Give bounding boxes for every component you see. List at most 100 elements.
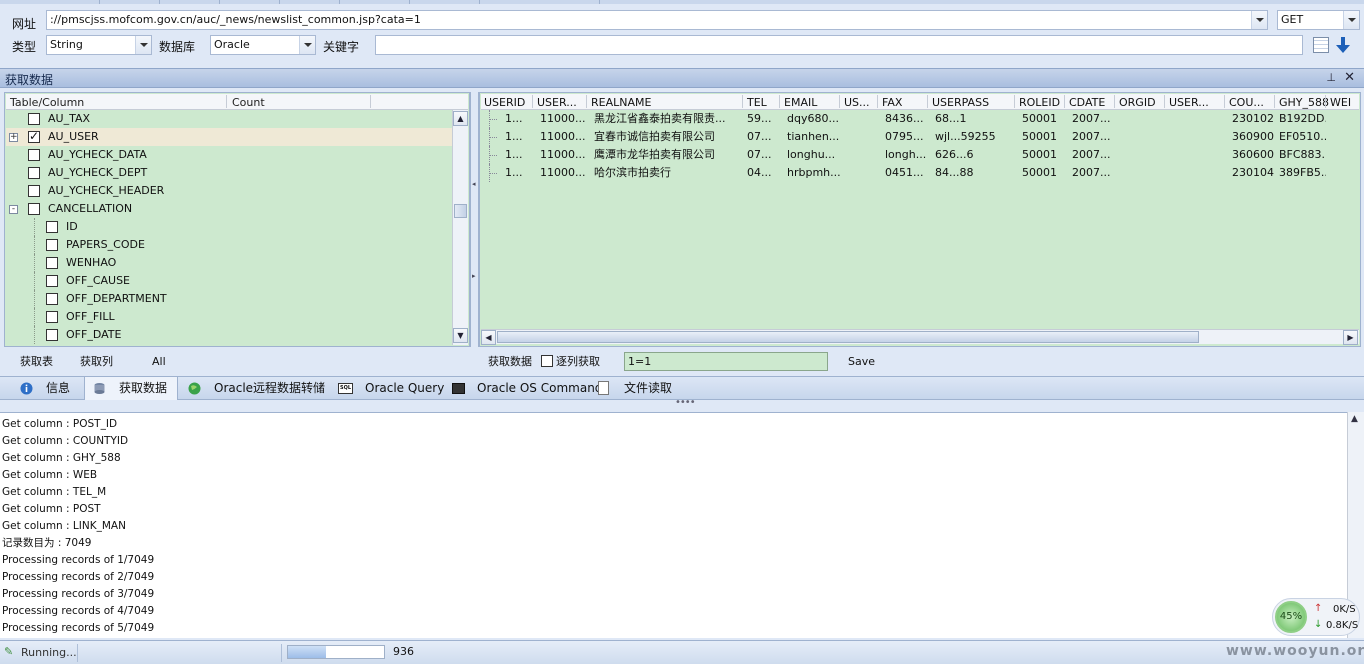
log-line: Get column : POST_ID [2, 418, 118, 430]
tab-oracle-os-command[interactable]: Oracle OS Command [448, 377, 602, 400]
url-dropdown-button[interactable] [1251, 11, 1267, 29]
tab-oracle-dump[interactable]: Oracle远程数据转储 [184, 377, 326, 400]
grid-column-header[interactable]: ORGID [1119, 96, 1156, 109]
tab-file-read[interactable]: 文件读取 [594, 377, 684, 400]
tree-row[interactable]: OFF_CAUSE [6, 272, 453, 290]
grid-scroll-thumb[interactable] [497, 331, 1199, 343]
method-select[interactable]: GET [1277, 10, 1360, 30]
table-row[interactable]: 1... 11000... 黑龙江省鑫泰拍卖有限责... 59... dqy680...… [481, 110, 1359, 128]
grid-column-header[interactable]: REALNAME [591, 96, 651, 109]
get-data-button[interactable]: 获取数据 [488, 355, 532, 369]
close-icon[interactable]: ✕ [1344, 70, 1355, 85]
save-button[interactable]: Save [848, 355, 875, 369]
download-speed-arrow-icon: ↓ [1314, 619, 1323, 630]
get-columns-button[interactable]: 获取列 [80, 355, 113, 369]
tree-checkbox[interactable] [46, 239, 58, 251]
table-row[interactable]: 1... 11000... 哈尔滨市拍卖行 04... hrbpmh... 0451...… [481, 164, 1359, 182]
database-dropdown-button[interactable] [299, 36, 315, 54]
tree-row[interactable]: OFF_DATE [6, 326, 453, 344]
grid-settings-icon[interactable] [1313, 37, 1329, 53]
tree-checkbox[interactable] [28, 185, 40, 197]
tree-checkbox[interactable] [46, 311, 58, 323]
grid-hscrollbar[interactable]: ◀ ▶ [481, 329, 1359, 345]
log-line: Get column : GHY_588 [2, 452, 121, 464]
status-progress-fill [288, 646, 327, 658]
grid-column-header[interactable]: COU... [1229, 96, 1264, 109]
tree-row[interactable]: AU_YCHECK_DEPT [6, 164, 453, 182]
url-input[interactable]: ://pmscjss.mofcom.gov.cn/auc/_news/newsl… [46, 10, 1268, 30]
database-value: Oracle [214, 38, 250, 51]
log-splitter[interactable]: •••• [0, 397, 1364, 412]
database-select[interactable]: Oracle [210, 35, 316, 55]
log-scroll-up-icon[interactable]: ▲ [1351, 414, 1358, 424]
table-row[interactable]: 1... 11000... 鹰潭市龙华拍卖有限公司 07... longhu... lon… [481, 146, 1359, 164]
tree-row[interactable]: WENHAO [6, 254, 453, 272]
scroll-right-icon[interactable]: ▶ [1343, 330, 1358, 345]
splitter-left-arrow-icon[interactable]: ◂ [472, 180, 476, 188]
grid-column-header[interactable]: ROLEID [1019, 96, 1060, 109]
tree-row[interactable]: ID [6, 218, 453, 236]
tree-scrollbar[interactable]: ▲ ▼ [452, 110, 468, 345]
grid-column-header[interactable]: CDATE [1069, 96, 1105, 109]
scroll-left-icon[interactable]: ◀ [481, 330, 496, 345]
tree-checkbox[interactable] [46, 329, 58, 341]
type-dropdown-button[interactable] [135, 36, 151, 54]
data-grid[interactable]: 1... 11000... 黑龙江省鑫泰拍卖有限责... 59... dqy680...… [481, 110, 1359, 328]
keyword-input[interactable] [375, 35, 1303, 55]
tree-checkbox[interactable] [28, 149, 40, 161]
tree-checkbox[interactable] [46, 221, 58, 233]
tree-item-label: PAPERS_CODE [66, 238, 145, 251]
splitter-right-arrow-icon[interactable]: ▸ [472, 272, 476, 280]
tree-checkbox[interactable] [28, 167, 40, 179]
tree-row[interactable]: PAPERS_CODE [6, 236, 453, 254]
grid-column-header[interactable]: EMAIL [784, 96, 817, 109]
pin-icon[interactable]: ⊥ [1326, 71, 1336, 84]
speed-percent: 45% [1275, 601, 1307, 633]
expand-icon[interactable]: + [9, 133, 18, 142]
tree-checkbox[interactable] [46, 275, 58, 287]
tree-header-name[interactable]: Table/Column [10, 96, 84, 109]
condition-input[interactable]: 1=1 [624, 352, 828, 371]
grid-column-header[interactable]: GHY_588 [1279, 96, 1329, 109]
method-dropdown-button[interactable] [1343, 11, 1359, 29]
pane-splitter[interactable]: ◂ ▸ [470, 92, 479, 347]
scroll-up-icon[interactable]: ▲ [453, 111, 468, 126]
grid-column-header[interactable]: USERPASS [932, 96, 989, 109]
tree-checkbox[interactable] [46, 293, 58, 305]
tree-row[interactable]: + AU_USER [6, 128, 453, 146]
grid-column-header[interactable]: US... [844, 96, 870, 109]
tab-oracle-query[interactable]: SQL Oracle Query [334, 377, 444, 400]
grid-column-header[interactable]: USERID [484, 96, 525, 109]
tree-checkbox[interactable] [28, 203, 40, 215]
tree-row[interactable]: - CANCELLATION [6, 200, 453, 218]
tree-row[interactable]: AU_YCHECK_HEADER [6, 182, 453, 200]
table-row[interactable]: 1... 11000... 宜春市诚信拍卖有限公司 07... tianhen... 07… [481, 128, 1359, 146]
per-column-checkbox[interactable] [541, 355, 553, 367]
tree-checkbox[interactable] [28, 113, 40, 125]
tree-row[interactable]: OFF_DEPARTMENT [6, 290, 453, 308]
tab-oracle-dump-label: Oracle远程数据转储 [214, 381, 326, 395]
table-column-tree[interactable]: AU_TAX + AU_USER AU_YCHECK_DATA AU_YCHECK_DE… [6, 110, 453, 345]
type-select[interactable]: String [46, 35, 152, 55]
grid-column-header[interactable]: TEL [747, 96, 767, 109]
select-all-button[interactable]: All [152, 355, 166, 369]
grid-column-header[interactable]: USER... [1169, 96, 1209, 109]
tab-get-data[interactable]: 获取数据 [84, 377, 178, 400]
grid-column-header[interactable]: FAX [882, 96, 902, 109]
scroll-down-icon[interactable]: ▼ [453, 328, 468, 343]
tree-header-count[interactable]: Count [232, 96, 265, 109]
grid-column-header[interactable]: USER... [537, 96, 577, 109]
collapse-icon[interactable]: - [9, 205, 18, 214]
tree-scroll-thumb[interactable] [454, 204, 467, 218]
tree-row[interactable]: AU_TAX [6, 110, 453, 128]
tree-checkbox[interactable] [46, 257, 58, 269]
grid-column-header[interactable]: WEI [1330, 96, 1351, 109]
splitter-grip-icon[interactable]: •••• [675, 397, 696, 408]
tree-checkbox[interactable] [28, 128, 40, 144]
tab-get-data-label: 获取数据 [119, 381, 168, 395]
tree-row[interactable]: AU_YCHECK_DATA [6, 146, 453, 164]
tree-row[interactable]: OFF_FILL [6, 308, 453, 326]
tab-info[interactable]: 信息 [14, 377, 78, 400]
download-arrow-icon[interactable] [1335, 36, 1351, 54]
get-tables-button[interactable]: 获取表 [20, 355, 53, 369]
